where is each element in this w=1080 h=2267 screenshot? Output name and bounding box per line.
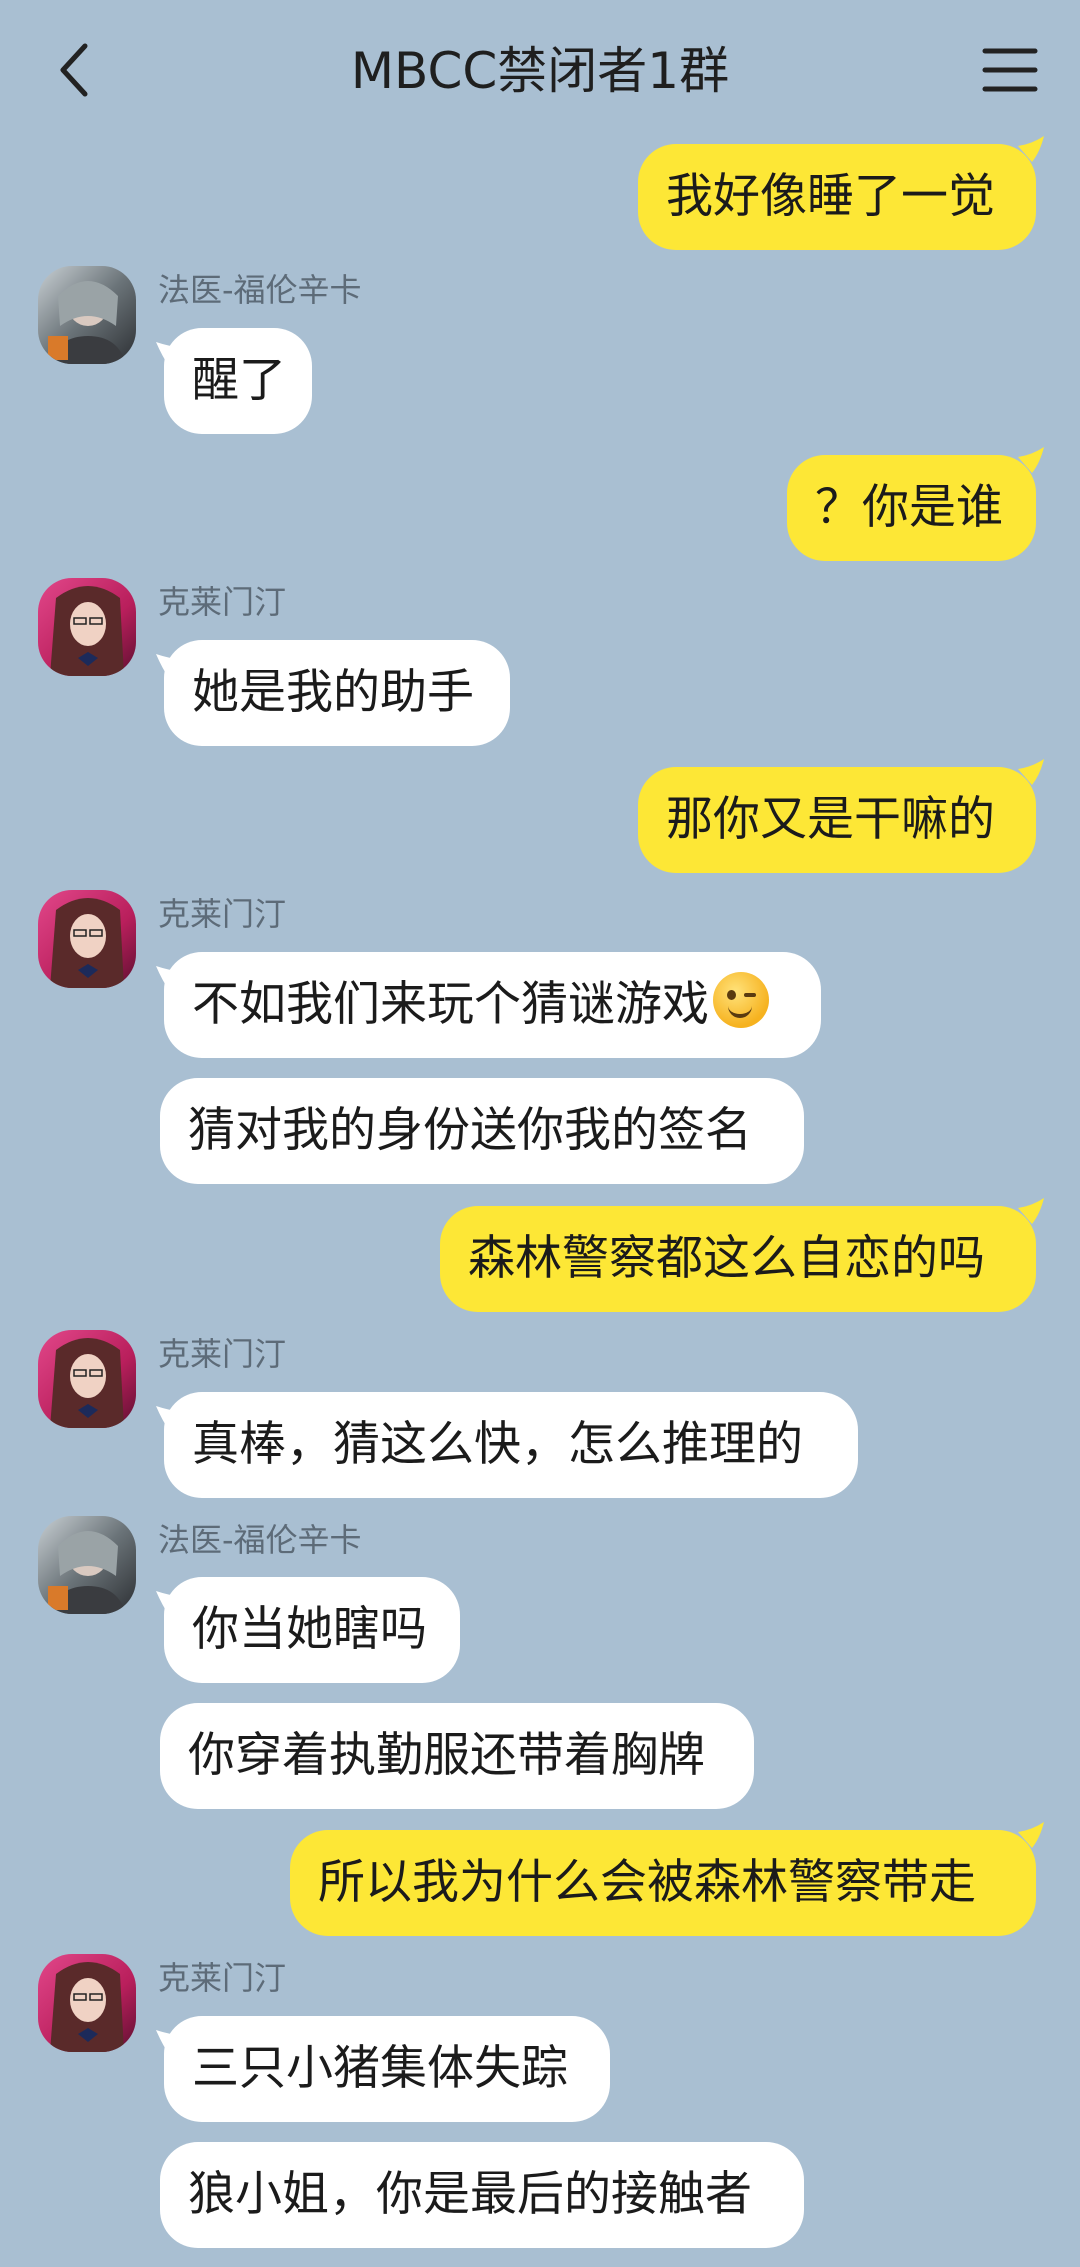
their-message-bubble[interactable]: 不如我们来玩个猜谜游戏 — [156, 952, 821, 1058]
message-text: 你当她瞎吗 — [192, 1602, 427, 1657]
message-text: 狼小姐，你是最后的接触者 — [188, 2167, 752, 2222]
avatar-clementine[interactable] — [38, 890, 136, 988]
sender-name: 法医-福伦辛卡 — [158, 271, 362, 309]
their-message-bubble[interactable]: 她是我的助手 — [156, 640, 510, 746]
their-message-bubble[interactable]: 狼小姐，你是最后的接触者 — [160, 2142, 804, 2248]
sender-name: 克莱门汀 — [158, 583, 287, 621]
message-text: 她是我的助手 — [192, 665, 474, 720]
their-message-bubble[interactable]: 真棒，猜这么快，怎么推理的 — [156, 1392, 858, 1498]
their-message-bubble[interactable]: 三只小猪集体失踪 — [156, 2016, 610, 2122]
their-message-bubble[interactable]: 猜对我的身份送你我的签名 — [160, 1078, 804, 1184]
my-message-bubble[interactable]: 所以我为什么会被森林警察带走 — [290, 1822, 1044, 1936]
avatar-image — [38, 1954, 136, 2052]
hamburger-menu-icon — [982, 48, 1038, 92]
message-text: 那你又是干嘛的 — [666, 792, 995, 847]
avatar-image — [38, 1516, 136, 1614]
my-message-bubble[interactable]: 那你又是干嘛的 — [638, 759, 1044, 873]
sender-name: 克莱门汀 — [158, 1335, 287, 1373]
avatar-clementine[interactable] — [38, 1330, 136, 1428]
message-text: 所以我为什么会被森林警察带走 — [318, 1855, 976, 1910]
bubble-tail — [1018, 1198, 1044, 1224]
sender-name: 法医-福伦辛卡 — [158, 1521, 362, 1559]
chat-header: MBCC禁闭者1群 — [0, 0, 1080, 140]
wink-emoji-icon — [713, 972, 769, 1028]
avatar-forensic[interactable] — [38, 266, 136, 364]
avatar-image — [38, 266, 136, 364]
avatar-image — [38, 890, 136, 988]
avatar-clementine[interactable] — [38, 1954, 136, 2052]
message-text: 三只小猪集体失踪 — [192, 2041, 568, 2096]
bubble-tail — [156, 1591, 182, 1617]
their-message-bubble[interactable]: 你穿着执勤服还带着胸牌 — [160, 1703, 754, 1809]
chat-title: MBCC禁闭者1群 — [350, 42, 730, 100]
message-text: 我好像睡了一觉 — [666, 169, 995, 224]
message-text: 不如我们来玩个猜谜游戏 — [192, 977, 709, 1032]
bubble-tail — [1018, 1822, 1044, 1848]
avatar-clementine[interactable] — [38, 578, 136, 676]
avatar-image — [38, 578, 136, 676]
bubble-tail — [156, 2030, 182, 2056]
bubble-tail — [1018, 759, 1044, 785]
my-message-bubble[interactable]: 森林警察都这么自恋的吗 — [440, 1198, 1044, 1312]
my-message-bubble[interactable]: 我好像睡了一觉 — [638, 136, 1044, 250]
sender-name: 克莱门汀 — [158, 895, 287, 933]
bubble-tail — [156, 342, 182, 368]
avatar-image — [38, 1330, 136, 1428]
bubble-tail — [156, 966, 182, 992]
sender-name: 克莱门汀 — [158, 1959, 287, 1997]
message-text: 你穿着执勤服还带着胸牌 — [188, 1728, 705, 1783]
their-message-bubble[interactable]: 你当她瞎吗 — [156, 1577, 460, 1683]
message-text: 猜对我的身份送你我的签名 — [188, 1103, 752, 1158]
my-message-bubble[interactable]: ？你是谁 — [787, 447, 1044, 561]
bubble-tail — [1018, 136, 1044, 162]
message-text: ？你是谁 — [815, 480, 1003, 535]
bubble-tail — [156, 1406, 182, 1432]
avatar-forensic[interactable] — [38, 1516, 136, 1614]
message-text: 真棒，猜这么快，怎么推理的 — [192, 1417, 803, 1472]
menu-button[interactable] — [970, 30, 1050, 110]
message-text: 森林警察都这么自恋的吗 — [468, 1231, 985, 1286]
message-text: 醒了 — [192, 353, 286, 408]
bubble-tail — [1018, 447, 1044, 473]
bubble-tail — [156, 654, 182, 680]
their-message-bubble[interactable]: 醒了 — [156, 328, 312, 434]
